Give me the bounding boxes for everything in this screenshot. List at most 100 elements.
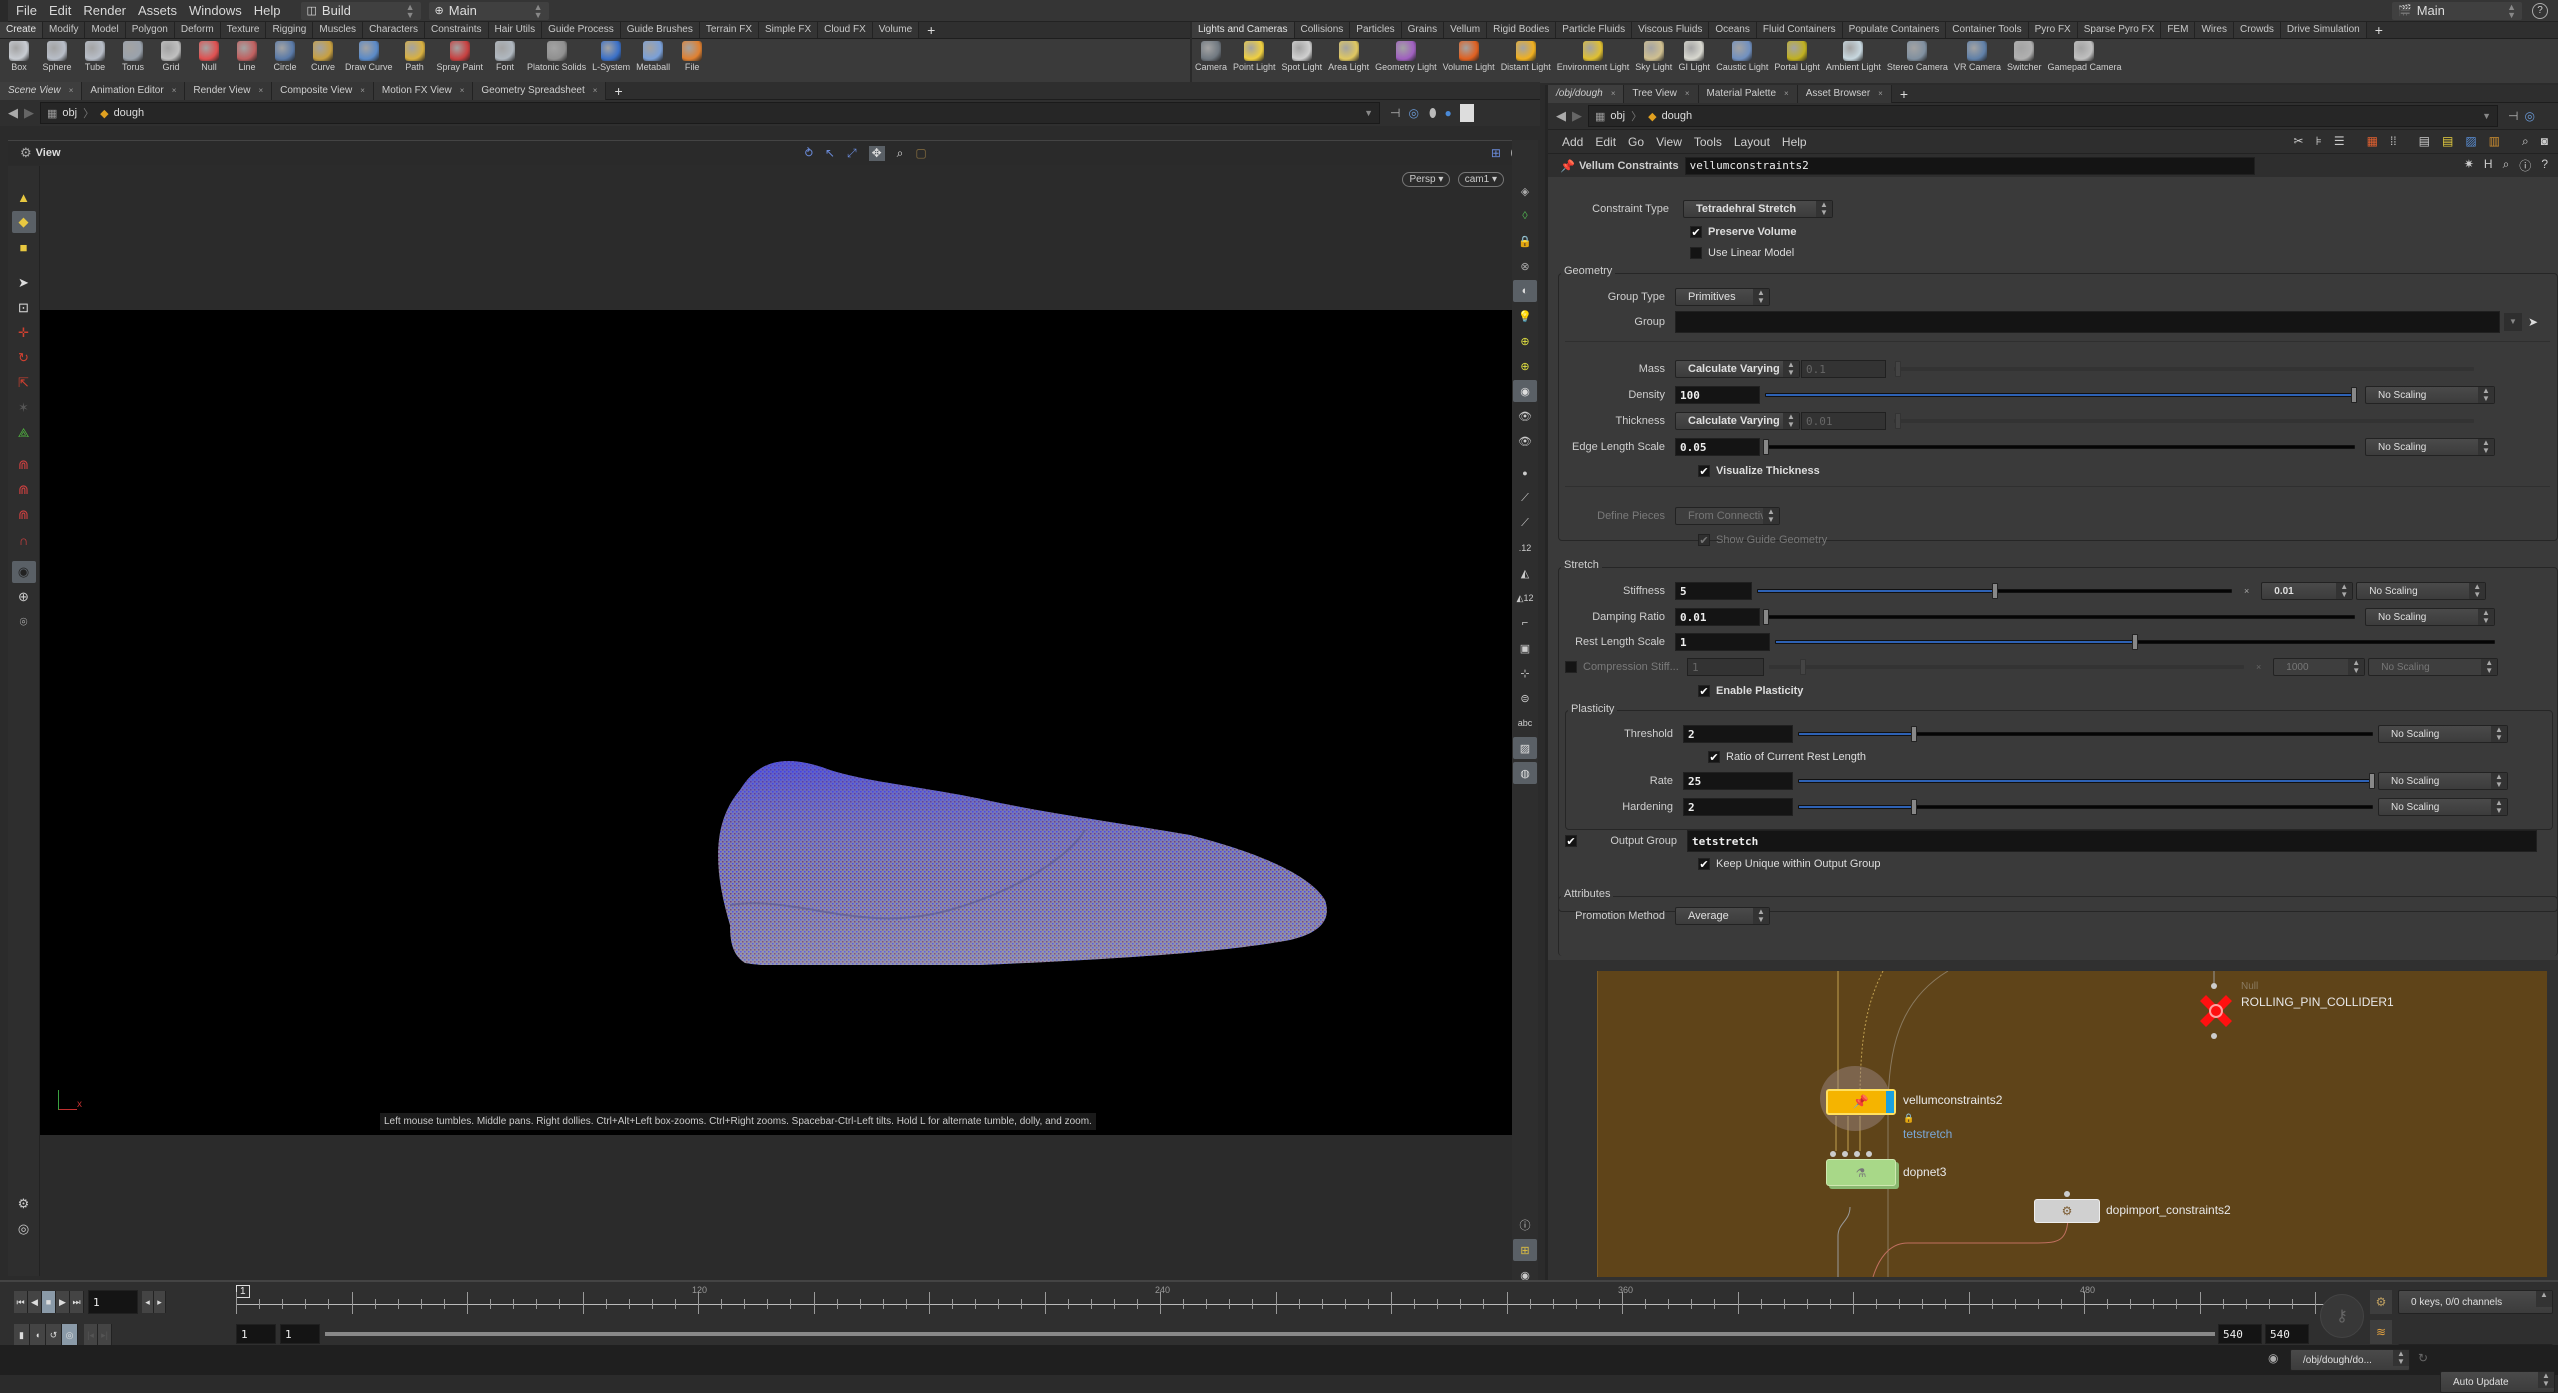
shelf-tool-path[interactable]: Path bbox=[396, 41, 434, 72]
add-tab-icon[interactable]: + bbox=[919, 22, 943, 38]
slider-handle[interactable] bbox=[1910, 799, 1917, 815]
vertex-icon[interactable]: ⊹ bbox=[1513, 662, 1537, 684]
back-arrow-icon[interactable]: ◀ bbox=[1556, 108, 1566, 124]
shelf-tab-polygon[interactable]: Polygon bbox=[125, 22, 175, 38]
stiffness-multiplier-field[interactable]: 0.01 ▲ ▼ bbox=[2261, 582, 2354, 600]
shelf-tool-geometry-light[interactable]: Geometry Light bbox=[1372, 41, 1440, 72]
close-icon[interactable]: × bbox=[460, 86, 465, 95]
render-region-icon[interactable]: ⊕ bbox=[12, 586, 36, 608]
lock-camera-icon[interactable]: 🔒 bbox=[1513, 230, 1537, 252]
bounding-box-icon[interactable]: ▣ bbox=[1513, 637, 1537, 659]
help-icon[interactable]: ? bbox=[2532, 2, 2548, 19]
sticky-note-icon[interactable]: ▤ bbox=[2442, 134, 2453, 149]
menu-file[interactable]: File bbox=[16, 3, 37, 18]
shading-mode-icon[interactable]: ◉ bbox=[1513, 380, 1537, 402]
ratio-current-rest-checkbox[interactable]: ✔ bbox=[1708, 751, 1720, 764]
use-linear-model-checkbox[interactable] bbox=[1690, 247, 1702, 259]
shelf-tab-texture[interactable]: Texture bbox=[220, 22, 267, 38]
hardening-scaling-menu[interactable]: No Scaling ▲ ▼ bbox=[2378, 798, 2508, 816]
shelf-tool-spot-light[interactable]: Spot Light bbox=[1279, 41, 1326, 72]
group-dropdown-icon[interactable]: ▼ bbox=[2504, 313, 2522, 331]
keys-status-menu[interactable]: 0 keys, 0/0 channels ▲ bbox=[2398, 1290, 2553, 1314]
flipbook-icon[interactable]: ⌾ bbox=[12, 611, 36, 633]
threshold-scaling-menu[interactable]: No Scaling ▲ ▼ bbox=[2378, 725, 2508, 743]
pane-tab-asset-browser[interactable]: Asset Browser × bbox=[1797, 84, 1892, 103]
thickness-mode-menu[interactable]: Calculate Varying ▲ ▼ bbox=[1675, 412, 1800, 430]
shelf-tab-cloud-fx[interactable]: Cloud FX bbox=[818, 22, 873, 38]
shelf-tab-collisions[interactable]: Collisions bbox=[1294, 22, 1351, 38]
network-box-icon[interactable]: ▤ bbox=[2419, 134, 2430, 149]
pose-tool-icon[interactable]: ✥ bbox=[868, 145, 885, 161]
step-back-button[interactable]: ◂ bbox=[142, 1291, 154, 1313]
loop-icon[interactable]: ↺ bbox=[46, 1324, 62, 1346]
prim-number-icon[interactable]: ◭12 bbox=[1513, 587, 1537, 609]
shelf-tool-switcher[interactable]: Switcher bbox=[2004, 41, 2045, 72]
shelf-tab-grains[interactable]: Grains bbox=[1401, 22, 1445, 38]
menu-edit[interactable]: Edit bbox=[1595, 135, 1616, 149]
camera-tool-icon[interactable]: ◉ bbox=[11, 561, 36, 583]
output-port[interactable] bbox=[2211, 1033, 2217, 1039]
shelf-tab-drive-simulation[interactable]: Drive Simulation bbox=[2280, 22, 2367, 38]
current-frame-field[interactable]: 1 bbox=[88, 1290, 138, 1314]
range-start-field[interactable]: 1 bbox=[236, 1324, 276, 1344]
background-icon[interactable] bbox=[1459, 104, 1474, 122]
visualize-thickness-checkbox[interactable]: ✔ bbox=[1698, 465, 1710, 478]
right-path-field[interactable]: ▦ obj 〉 ◆ dough ▼ bbox=[1588, 105, 2498, 127]
keep-unique-checkbox[interactable]: ✔ bbox=[1698, 858, 1710, 871]
refresh-icon[interactable]: ↻ bbox=[2418, 1351, 2428, 1365]
stiffness-scaling-menu[interactable]: No Scaling ▲ ▼ bbox=[2356, 582, 2487, 600]
point-number-icon[interactable]: .12 bbox=[1513, 537, 1537, 559]
hardening-slider[interactable] bbox=[1798, 799, 2373, 815]
compression-stiffness-checkbox[interactable] bbox=[1565, 661, 1577, 673]
key-icon[interactable]: ⚷ bbox=[2320, 1294, 2364, 1338]
play-forward-button[interactable]: ▶ bbox=[56, 1291, 70, 1313]
shelf-tool-curve[interactable]: Curve bbox=[304, 41, 342, 72]
range-end2-field[interactable]: 540 bbox=[2265, 1324, 2309, 1344]
shelf-tab-guide-process[interactable]: Guide Process bbox=[542, 22, 621, 38]
pane-handle[interactable] bbox=[0, 0, 8, 22]
frame-marker[interactable]: 1 bbox=[236, 1285, 250, 1298]
slider-handle[interactable] bbox=[1763, 439, 1769, 455]
stiffness-field[interactable]: 5 bbox=[1675, 582, 1752, 600]
point-trail-icon[interactable]: ⟋ bbox=[1513, 512, 1537, 534]
viewport-settings-icon[interactable]: ◎ bbox=[12, 1218, 36, 1240]
hardening-field[interactable]: 2 bbox=[1683, 798, 1793, 816]
rate-slider[interactable] bbox=[1798, 773, 2375, 789]
damping-scaling-menu[interactable]: No Scaling ▲ ▼ bbox=[2365, 608, 2495, 626]
select-arrow-icon[interactable]: ➤ bbox=[12, 272, 36, 294]
pane-tab-geometry-spreadsheet[interactable]: Geometry Spreadsheet × bbox=[473, 81, 607, 100]
visualize-flip-icon[interactable]: 👁 bbox=[1513, 430, 1537, 452]
shelf-tool-box[interactable]: Box bbox=[0, 41, 38, 72]
density-slider[interactable] bbox=[1765, 387, 2357, 403]
rest-length-scale-slider[interactable] bbox=[1775, 634, 2495, 650]
play-reverse-button[interactable]: ◀ bbox=[28, 1291, 42, 1313]
forward-arrow-icon[interactable]: ▶ bbox=[1572, 108, 1582, 124]
prim-normal-icon[interactable]: ◭ bbox=[1513, 562, 1537, 584]
jump-start-button[interactable]: ⏮ bbox=[14, 1291, 28, 1313]
pane-tab-scene-view[interactable]: Scene View × bbox=[0, 81, 83, 100]
shelf-tool-tube[interactable]: Tube bbox=[76, 41, 114, 72]
shelf-tool-gamepad-camera[interactable]: Gamepad Camera bbox=[2044, 41, 2124, 72]
shelf-tool-spray-paint[interactable]: Spray Paint bbox=[434, 41, 487, 72]
shelf-tool-stereo-camera[interactable]: Stereo Camera bbox=[1884, 41, 1951, 72]
info-icon[interactable]: ⓘ bbox=[1513, 1214, 1537, 1236]
jump-end-button[interactable]: ⏭ bbox=[70, 1291, 84, 1313]
shelf-tab-populate-containers[interactable]: Populate Containers bbox=[1842, 22, 1947, 38]
uv-icon[interactable]: ⊜ bbox=[1513, 687, 1537, 709]
shelf-tool-gi-light[interactable]: GI Light bbox=[1675, 41, 1713, 72]
shelf-tab-sparse-pyro-fx[interactable]: Sparse Pyro FX bbox=[2077, 22, 2162, 38]
add-tab-icon[interactable]: + bbox=[2367, 22, 2391, 38]
menu-layout[interactable]: Layout bbox=[1734, 135, 1770, 149]
display-flag[interactable] bbox=[1886, 1091, 1894, 1113]
menu-tools[interactable]: Tools bbox=[1694, 135, 1722, 149]
slider-handle[interactable] bbox=[1763, 609, 1769, 625]
shelf-tab-terrain-fx[interactable]: Terrain FX bbox=[699, 22, 759, 38]
view-icon[interactable]: ◙ bbox=[2541, 134, 2548, 149]
menu-assets[interactable]: Assets bbox=[138, 3, 177, 18]
path-dropdown-icon[interactable]: ▼ bbox=[2482, 111, 2491, 121]
range-end-field[interactable]: 540 bbox=[2218, 1324, 2262, 1344]
brain-icon[interactable]: ◉ bbox=[2268, 1351, 2278, 1365]
layout-icon[interactable]: ⊞ bbox=[1491, 146, 1501, 160]
display-options-icon[interactable]: ⬮ bbox=[1429, 106, 1437, 121]
shelf-tab-constraints[interactable]: Constraints bbox=[424, 22, 489, 38]
